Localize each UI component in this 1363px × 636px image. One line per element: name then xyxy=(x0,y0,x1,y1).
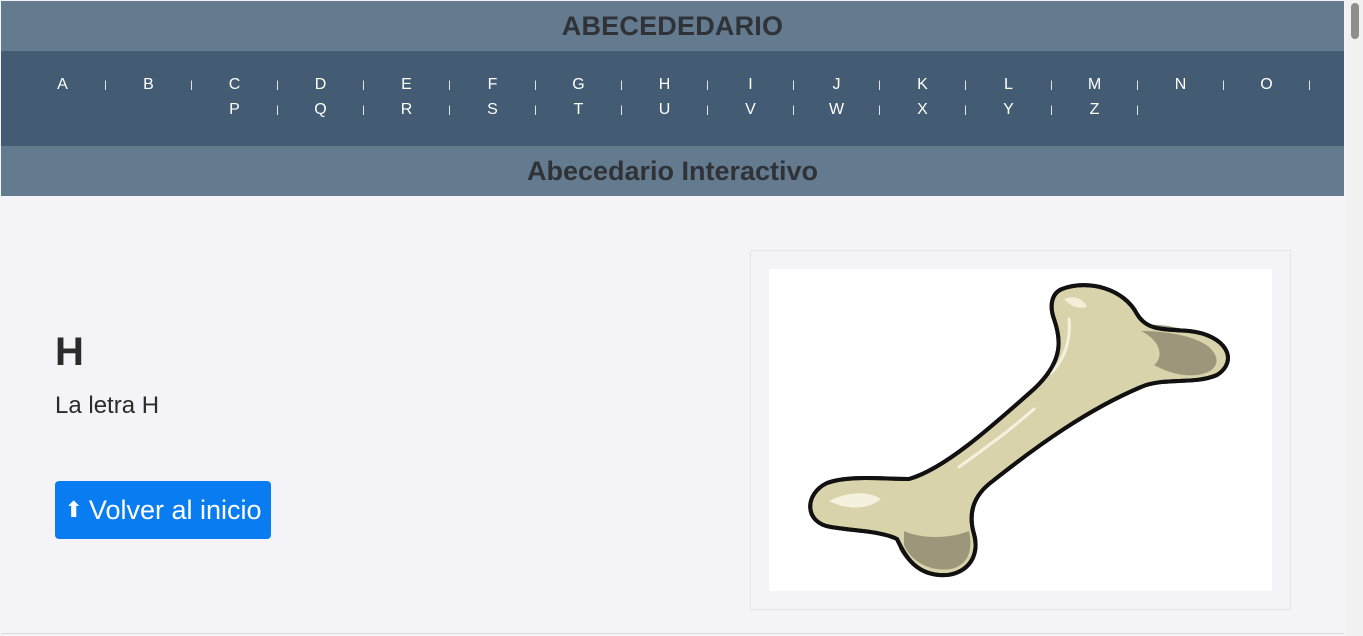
letter-separator: | xyxy=(534,104,537,116)
letter-content: H La letra H ⬆ Volver al inicio xyxy=(1,196,1344,634)
letter-link-e[interactable]: E xyxy=(372,76,442,94)
letter-separator: | xyxy=(964,104,967,116)
letter-link-a[interactable]: A xyxy=(28,76,98,94)
letter-separator: | xyxy=(104,79,107,91)
letter-link-s[interactable]: S xyxy=(458,101,528,119)
letter-link-k[interactable]: K xyxy=(888,76,958,94)
letter-separator: | xyxy=(792,79,795,91)
bone-icon xyxy=(808,283,1230,578)
back-to-top-button[interactable]: ⬆ Volver al inicio xyxy=(55,481,271,539)
letter-separator: | xyxy=(878,104,881,116)
letter-link-r[interactable]: R xyxy=(372,101,442,119)
letter-link-j[interactable]: J xyxy=(802,76,872,94)
letter-link-i[interactable]: I xyxy=(716,76,786,94)
back-to-top-label: Volver al inicio xyxy=(88,494,262,525)
letter-separator: | xyxy=(448,104,451,116)
arrow-up-icon: ⬆ xyxy=(64,497,83,522)
vertical-scrollbar[interactable] xyxy=(1346,0,1363,636)
letter-link-q[interactable]: Q xyxy=(286,101,356,119)
letter-link-d[interactable]: D xyxy=(286,76,356,94)
letter-nav-row-2: P | Q | R | S | T | U | V | W | X | Y | Z | xyxy=(1,101,1344,119)
letter-link-m[interactable]: M xyxy=(1060,76,1130,94)
letter-nav-row-1: A | B | C | D | E | F | G | H | I | J | K | L | M | N | O | xyxy=(1,76,1344,94)
letter-navigation: A | B | C | D | E | F | G | H | I | J | K | L | M | N | O | P | Q | R | S | T… xyxy=(1,51,1344,146)
letter-link-b[interactable]: B xyxy=(114,76,184,94)
letter-separator: | xyxy=(534,79,537,91)
letter-separator: | xyxy=(1136,79,1139,91)
site-header: ABECEDEDARIO xyxy=(1,1,1344,51)
letter-link-c[interactable]: C xyxy=(200,76,270,94)
letter-separator: | xyxy=(1308,79,1311,91)
letter-separator: | xyxy=(1050,79,1053,91)
letter-link-t[interactable]: T xyxy=(544,101,614,119)
letter-separator: | xyxy=(276,104,279,116)
letter-link-o[interactable]: O xyxy=(1232,76,1302,94)
image-frame xyxy=(750,250,1291,610)
letter-link-l[interactable]: L xyxy=(974,76,1044,94)
letter-link-g[interactable]: G xyxy=(544,76,614,94)
letter-separator: | xyxy=(362,104,365,116)
letter-link-n[interactable]: N xyxy=(1146,76,1216,94)
letter-separator: | xyxy=(190,79,193,91)
letter-separator: | xyxy=(362,79,365,91)
letter-separator: | xyxy=(964,79,967,91)
letter-heading: H xyxy=(55,330,84,374)
letter-separator: | xyxy=(1050,104,1053,116)
letter-link-w[interactable]: W xyxy=(802,101,872,119)
section-title: Abecedario Interactivo xyxy=(526,155,819,186)
page: ABECEDEDARIO A | B | C | D | E | F | G | H | I | J | K | L | M | N… xyxy=(0,0,1346,636)
letter-separator: | xyxy=(276,79,279,91)
letter-link-h[interactable]: H xyxy=(630,76,700,94)
section-header: Abecedario Interactivo xyxy=(1,146,1344,196)
letter-link-p[interactable]: P xyxy=(200,101,270,119)
letter-description: La letra H xyxy=(55,392,160,419)
letter-separator: | xyxy=(620,79,623,91)
letter-link-v[interactable]: V xyxy=(716,101,786,119)
letter-separator: | xyxy=(706,104,709,116)
letter-link-u[interactable]: U xyxy=(630,101,700,119)
letter-link-y[interactable]: Y xyxy=(974,101,1044,119)
letter-separator: | xyxy=(878,79,881,91)
letter-separator: | xyxy=(792,104,795,116)
letter-link-x[interactable]: X xyxy=(888,101,958,119)
letter-separator: | xyxy=(448,79,451,91)
site-title: ABECEDEDARIO xyxy=(561,10,784,41)
letter-separator: | xyxy=(1222,79,1225,91)
letter-link-f[interactable]: F xyxy=(458,76,528,94)
scrollbar-thumb[interactable] xyxy=(1351,3,1359,39)
letter-separator: | xyxy=(1136,104,1139,116)
letter-link-z[interactable]: Z xyxy=(1060,101,1130,119)
letter-separator: | xyxy=(706,79,709,91)
letter-image xyxy=(769,269,1272,591)
letter-separator: | xyxy=(620,104,623,116)
